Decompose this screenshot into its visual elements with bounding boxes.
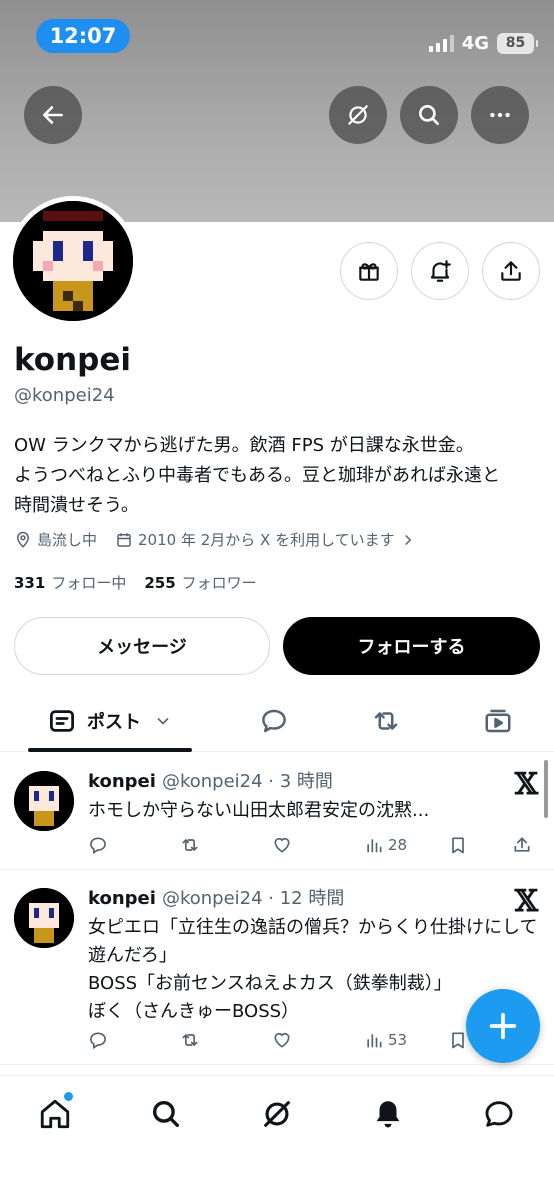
tab-media[interactable]: [468, 690, 528, 752]
nav-messages[interactable]: [479, 1094, 519, 1134]
tab-reposts[interactable]: [356, 690, 416, 752]
reply-button[interactable]: [88, 1028, 180, 1052]
repost-icon: [182, 1033, 198, 1047]
notify-button[interactable]: [411, 242, 469, 300]
signal-icon: [428, 34, 454, 52]
bio-line: ようつべねとふり中毒者でもある。豆と珈琲があれば永遠と: [14, 465, 500, 486]
grok-icon: [264, 1101, 290, 1127]
posts-icon: [50, 710, 74, 732]
post-avatar[interactable]: [14, 888, 74, 948]
share-button[interactable]: [482, 242, 540, 300]
reply-icon: [90, 1032, 106, 1049]
arrow-left-icon: [43, 106, 63, 124]
grok-button[interactable]: [329, 86, 387, 144]
network-type: 4G: [461, 32, 489, 54]
views-count: 28: [388, 836, 408, 854]
followers-link[interactable]: 255 フォロワー: [144, 572, 256, 593]
compose-post-button[interactable]: [466, 989, 540, 1063]
follow-button[interactable]: フォローする: [283, 617, 540, 675]
bell-plus-icon: [430, 260, 451, 282]
more-button[interactable]: [471, 86, 529, 144]
bottom-nav: [0, 1075, 554, 1199]
more-icon: [490, 112, 510, 118]
post-item[interactable]: konpei @konpei24 · 3 時間 𝕏 ホモしか守らない山田太郎君安定…: [0, 753, 554, 870]
location-text: 島流し中: [37, 531, 98, 549]
views-button[interactable]: 53: [364, 1028, 448, 1052]
search-icon: [152, 1100, 180, 1128]
location: 島流し中: [14, 529, 97, 550]
scrollbar[interactable]: [544, 760, 548, 818]
follow-counts: 331 フォロー中 255 フォロワー: [14, 572, 257, 593]
repost-button[interactable]: [180, 833, 272, 857]
nav-search[interactable]: [146, 1094, 186, 1134]
bell-icon: [376, 1101, 400, 1128]
message-bubble-icon: [485, 1101, 513, 1127]
nav-notifications[interactable]: [368, 1094, 408, 1134]
pixel-avatar-image: [14, 771, 74, 831]
views-button[interactable]: 28: [364, 833, 448, 857]
message-button[interactable]: メッセージ: [14, 617, 270, 675]
battery-icon: 85: [497, 32, 538, 54]
profile-bio: OW ランクマから逃げた男。飲酒 FPS が日課な永世金。 ようつべねとふり中毒…: [14, 431, 544, 521]
join-date[interactable]: 2010 年 2月から X を利用しています: [115, 529, 422, 550]
post-avatar[interactable]: [14, 771, 74, 831]
nav-grok[interactable]: [257, 1094, 297, 1134]
post-header: konpei @konpei24 · 3 時間: [88, 771, 333, 792]
views-count: 53: [388, 1031, 408, 1049]
nav-home[interactable]: [35, 1092, 75, 1134]
location-pin-icon: [16, 531, 30, 548]
display-name: konpei: [14, 342, 131, 378]
profile-meta: 島流し中 2010 年 2月から X を利用しています: [14, 529, 440, 550]
heart-icon: [274, 837, 290, 853]
grok-icon: [348, 105, 368, 125]
search-button[interactable]: [400, 86, 458, 144]
post-header: konpei @konpei24 · 12 時間: [88, 888, 345, 909]
following-link[interactable]: 331 フォロー中: [14, 572, 126, 593]
repost-button[interactable]: [180, 1028, 272, 1052]
bookmark-button[interactable]: [448, 833, 512, 857]
gift-button[interactable]: [340, 242, 398, 300]
profile-avatar[interactable]: [8, 196, 138, 326]
reply-icon: [90, 837, 106, 854]
share-icon: [501, 261, 521, 281]
media-icon: [485, 709, 511, 733]
user-handle: @konpei24: [14, 385, 115, 406]
bookmark-icon: [452, 1032, 464, 1049]
bookmark-icon: [452, 837, 464, 854]
reply-button[interactable]: [88, 833, 180, 857]
join-date-text: 2010 年 2月から X を利用しています: [138, 531, 395, 549]
repost-icon: [374, 712, 398, 730]
profile-tabs: ポスト: [0, 690, 554, 752]
tab-posts-label: ポスト: [87, 712, 141, 733]
bio-line: 時間潰せそう。: [14, 495, 139, 516]
share-post-button[interactable]: [512, 833, 536, 857]
calendar-icon: [117, 532, 131, 547]
like-button[interactable]: [272, 1028, 364, 1052]
like-button[interactable]: [272, 833, 364, 857]
reply-bubble-icon: [262, 709, 286, 733]
status-icons: 4G 85: [428, 30, 538, 56]
plus-icon: [489, 1012, 517, 1040]
heart-icon: [274, 1032, 290, 1048]
share-icon: [514, 837, 530, 852]
bio-line: OW ランクマから逃げた男。飲酒 FPS が日課な永世金。: [14, 435, 474, 456]
tab-posts[interactable]: ポスト: [28, 690, 192, 752]
search-icon: [419, 105, 439, 125]
chevron-right-icon: [404, 534, 411, 545]
repost-icon: [182, 838, 198, 852]
status-time: 12:07: [36, 19, 130, 53]
home-icon: [40, 1099, 70, 1129]
bar-chart-icon: [367, 839, 382, 853]
tab-replies[interactable]: [244, 690, 304, 752]
unread-dot: [64, 1092, 73, 1101]
gift-icon: [359, 263, 379, 281]
back-button[interactable]: [24, 86, 82, 144]
bar-chart-icon: [367, 1034, 382, 1048]
chevron-down-icon: [157, 717, 169, 725]
pixel-avatar-image: [14, 888, 74, 948]
post-actions: 28: [88, 833, 544, 857]
pixel-avatar-image: [13, 201, 133, 321]
post-text: ホモしか守らない山田太郎君安定の沈黙...: [88, 800, 430, 821]
